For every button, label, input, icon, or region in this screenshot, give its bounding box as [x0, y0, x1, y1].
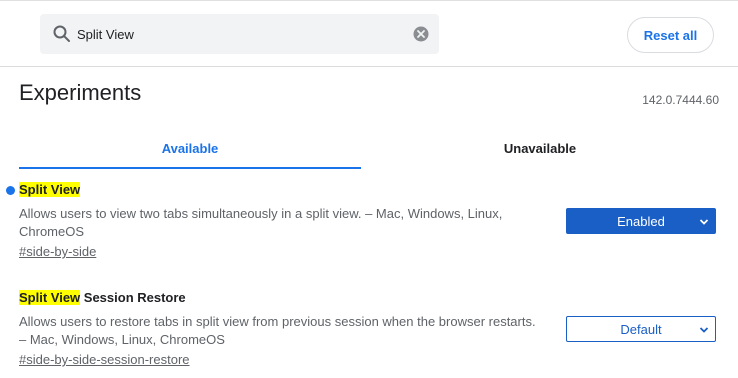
version-label: 142.0.7444.60: [642, 93, 719, 107]
header: Reset all: [0, 0, 738, 67]
experiment-description: Allows users to restore tabs in split vi…: [19, 314, 536, 347]
tab-unavailable[interactable]: Unavailable: [369, 128, 711, 168]
experiment-state-select[interactable]: Default: [566, 316, 716, 342]
select-value: Enabled: [617, 213, 665, 229]
search-highlight: Split View: [19, 290, 81, 305]
experiment-name: Split View Session Restore: [19, 290, 186, 305]
search-box[interactable]: [40, 14, 439, 54]
experiment-name: Split View: [19, 182, 81, 197]
active-tab-indicator: [19, 167, 361, 169]
experiment-description: Allows users to view two tabs simultaneo…: [19, 206, 503, 239]
search-highlight: Split View: [19, 182, 81, 197]
reset-all-button[interactable]: Reset all: [627, 17, 714, 53]
clear-icon[interactable]: [413, 26, 429, 42]
chevron-down-icon: [699, 219, 709, 225]
experiment-name-rest: Session Restore: [80, 290, 186, 305]
flags-page: Reset all Experiments 142.0.7444.60 Avai…: [0, 0, 738, 378]
experiment-permalink[interactable]: #side-by-side-session-restore: [19, 352, 190, 367]
experiment-permalink[interactable]: #side-by-side: [19, 244, 96, 259]
tab-available[interactable]: Available: [19, 128, 361, 168]
chevron-down-icon: [699, 327, 709, 333]
search-icon: [53, 25, 70, 42]
select-value: Default: [620, 321, 662, 337]
modified-indicator-dot: [6, 186, 15, 195]
experiment-state-select[interactable]: Enabled: [566, 208, 716, 234]
search-input[interactable]: [77, 14, 407, 54]
page-title: Experiments: [19, 80, 142, 105]
